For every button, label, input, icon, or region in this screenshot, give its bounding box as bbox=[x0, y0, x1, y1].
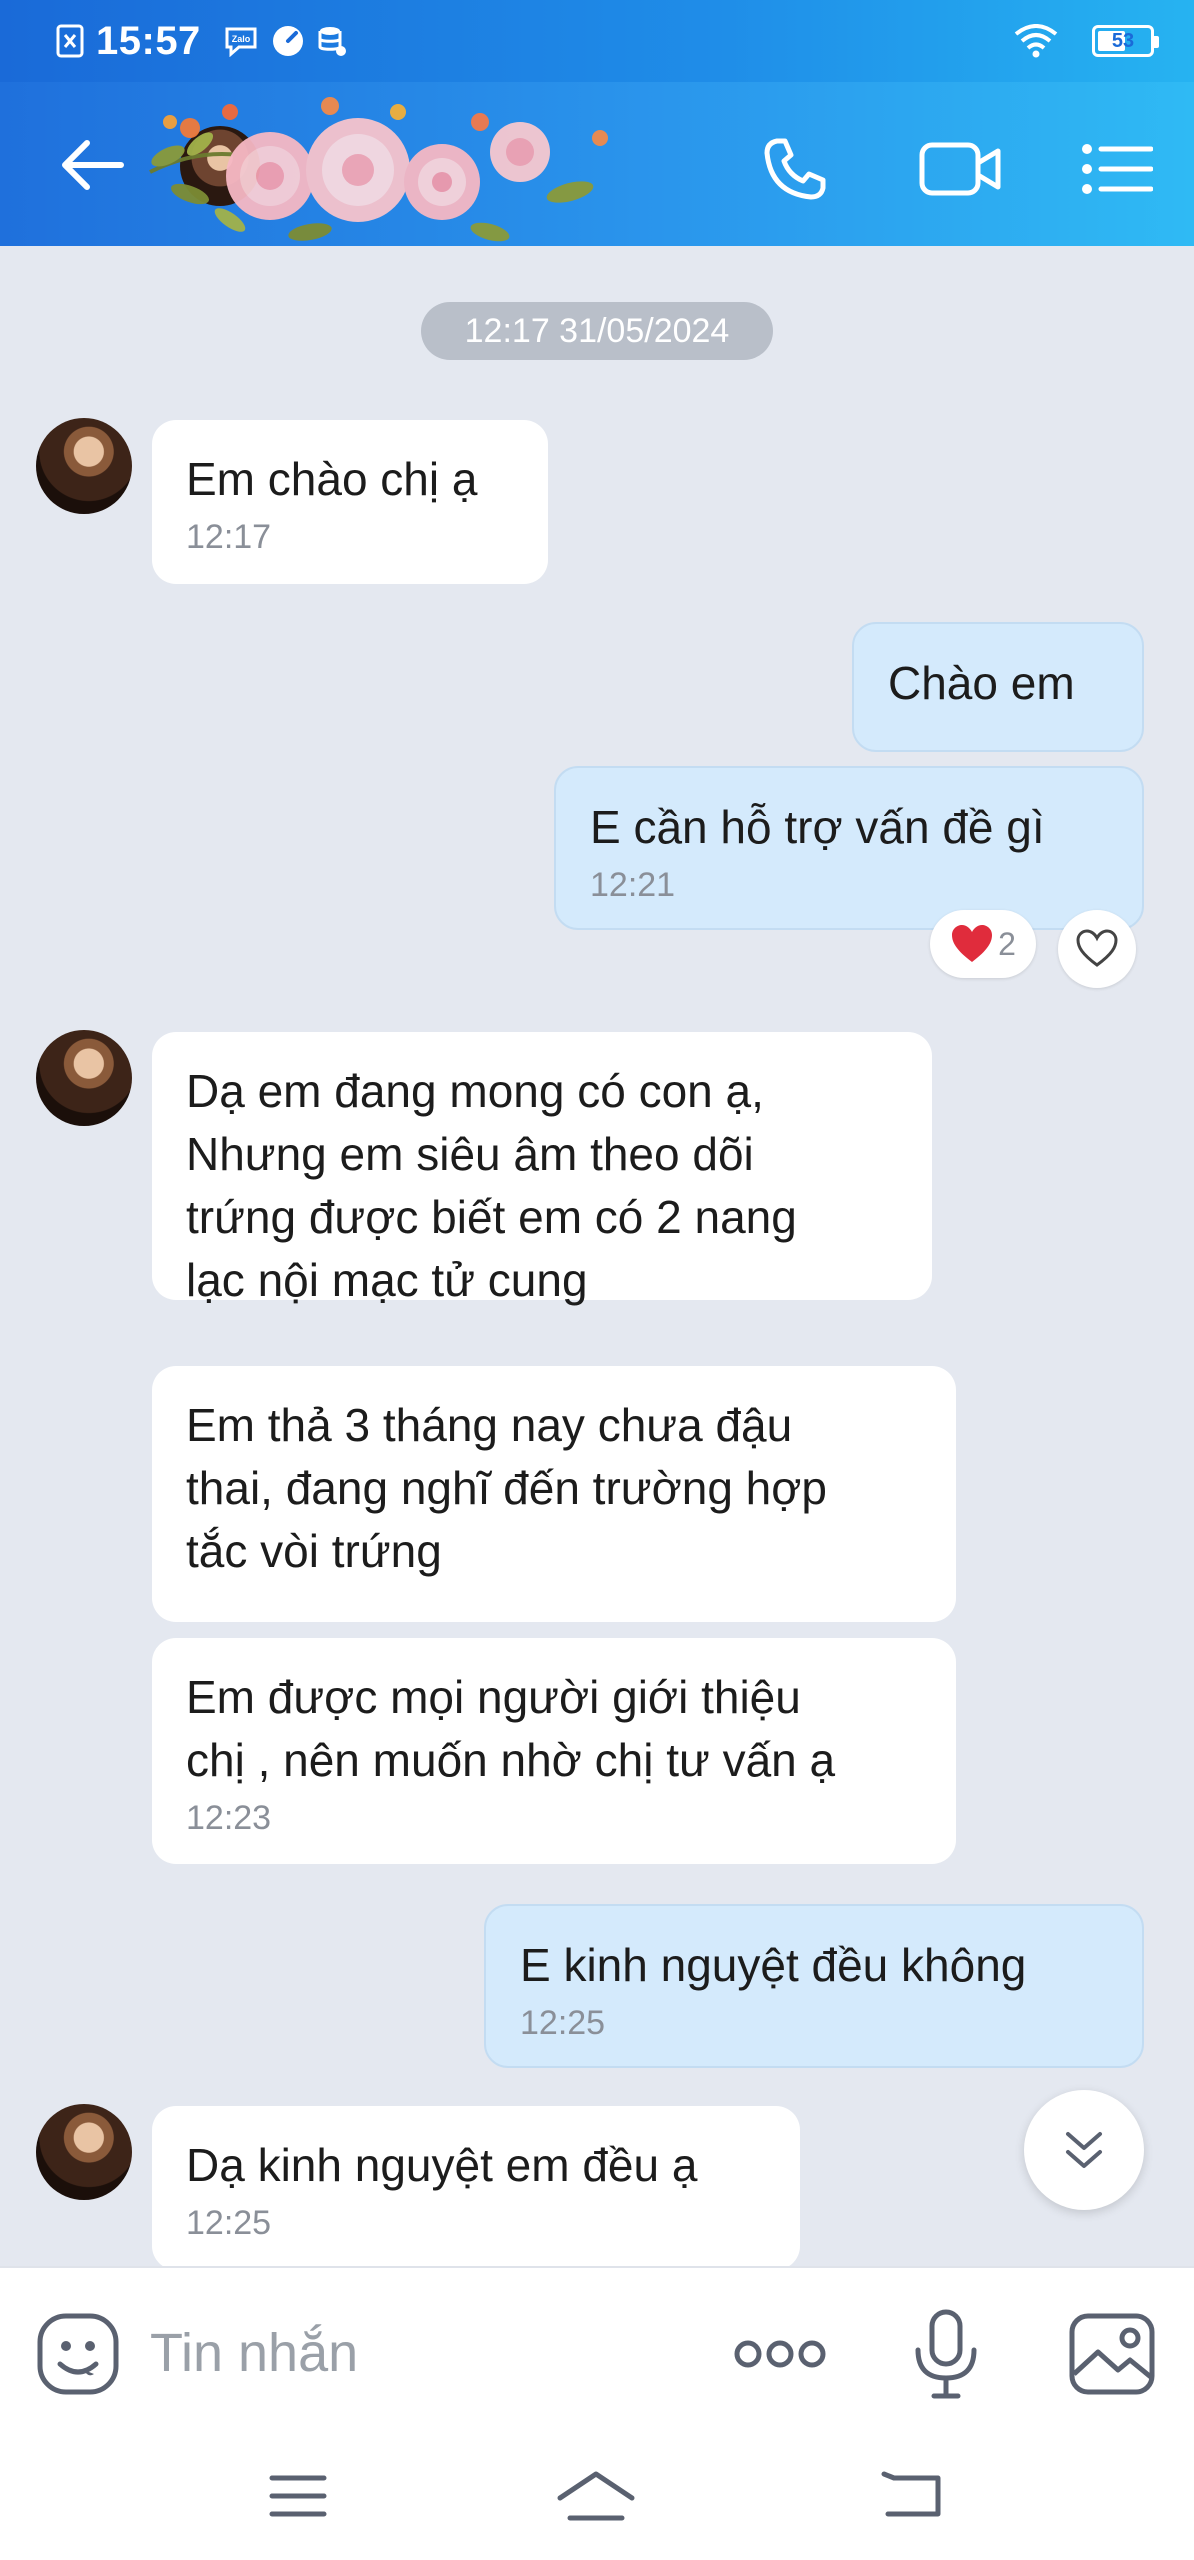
message-bubble-incoming[interactable]: Dạ kinh nguyệt em đều ạ 12:25 bbox=[152, 2106, 800, 2266]
message-bubble-outgoing[interactable]: E cần hỗ trợ vấn đề gì 12:21 bbox=[554, 766, 1144, 930]
message-time: 12:25 bbox=[186, 2204, 272, 2242]
recent-apps-button[interactable] bbox=[258, 2460, 338, 2532]
home-icon bbox=[557, 2471, 635, 2521]
message-time: 12:23 bbox=[186, 1799, 272, 1837]
emoji-icon bbox=[37, 2313, 119, 2395]
svg-text:Zalo: Zalo bbox=[232, 34, 251, 44]
message-bubble-outgoing[interactable]: E kinh nguyệt đều không 12:25 bbox=[484, 1904, 1144, 2068]
sim-x-icon bbox=[56, 24, 84, 58]
message-text: Em chào chị ạ bbox=[186, 453, 478, 505]
wifi-icon bbox=[1014, 24, 1058, 58]
message-bubble-incoming[interactable]: Dạ em đang mong có con ạ, Nhưng em siêu … bbox=[152, 1032, 932, 1306]
message-text: E cần hỗ trợ vấn đề gì bbox=[590, 801, 1045, 853]
sender-avatar[interactable] bbox=[36, 418, 132, 514]
message-composer bbox=[0, 2266, 1194, 2432]
more-dots-icon bbox=[734, 2340, 826, 2368]
message-text-line: thai, đang nghĩ đến trường hợp bbox=[186, 1462, 828, 1514]
message-text-line: tắc vòi trứng bbox=[186, 1525, 442, 1577]
more-options-button[interactable] bbox=[730, 2324, 830, 2384]
status-time: 15:57 bbox=[96, 18, 201, 63]
scroll-to-bottom-button[interactable] bbox=[1024, 2090, 1144, 2210]
battery-icon: 53 bbox=[1092, 25, 1159, 57]
list-menu-icon bbox=[1082, 144, 1153, 194]
message-text-line: chị , nên muốn nhờ chị tư vấn ạ bbox=[186, 1734, 836, 1786]
message-input[interactable] bbox=[150, 2308, 710, 2398]
chat-header bbox=[0, 82, 1194, 246]
message-text-line: Em thả 3 tháng nay chưa đậu bbox=[186, 1399, 793, 1451]
message-text: Dạ kinh nguyệt em đều ạ bbox=[186, 2139, 698, 2191]
send-image-button[interactable] bbox=[1068, 2312, 1156, 2396]
video-call-button[interactable] bbox=[908, 124, 1012, 214]
message-text-line: Dạ em đang mong có con ạ, bbox=[186, 1065, 764, 1117]
chat-area[interactable]: 12:17 31/05/2024 Em chào chị ạ 12:17 Chà… bbox=[0, 246, 1194, 2266]
microphone-icon bbox=[915, 2309, 977, 2399]
reaction-summary[interactable]: 2 bbox=[930, 910, 1036, 978]
message-bubble-incoming[interactable]: Em thả 3 tháng nay chưa đậu thai, đang n… bbox=[152, 1366, 956, 1622]
reaction-count: 2 bbox=[998, 925, 1016, 962]
message-time: 12:17 bbox=[186, 518, 272, 556]
speed-icon bbox=[271, 24, 305, 58]
sender-avatar[interactable] bbox=[36, 2104, 132, 2200]
double-chevron-down-icon bbox=[1066, 2132, 1102, 2168]
message-text-line: Nhưng em siêu âm theo dõi bbox=[186, 1128, 754, 1180]
database-icon bbox=[317, 25, 347, 57]
back-icon bbox=[881, 2471, 941, 2517]
back-arrow-icon bbox=[62, 140, 124, 190]
chat-menu-button[interactable] bbox=[1072, 124, 1162, 214]
message-time: 12:25 bbox=[520, 2004, 606, 2042]
heart-outline-icon bbox=[1076, 929, 1118, 967]
recent-apps-icon bbox=[269, 2475, 327, 2517]
phone-icon bbox=[764, 138, 826, 200]
zalo-icon: Zalo bbox=[223, 25, 259, 57]
status-bar: 15:57 Zalo 53 bbox=[0, 0, 1194, 82]
react-button[interactable] bbox=[1058, 910, 1136, 988]
flower-decoration-icon bbox=[149, 97, 608, 242]
message-text-line: trứng được biết em có 2 nang bbox=[186, 1191, 797, 1243]
message-text-line: lạc nội mạc tử cung bbox=[186, 1254, 588, 1306]
video-camera-icon bbox=[919, 142, 1001, 196]
image-icon bbox=[1069, 2313, 1155, 2395]
battery-level: 53 bbox=[1111, 29, 1135, 52]
message-text: E kinh nguyệt đều không bbox=[520, 1939, 1027, 1991]
back-nav-button[interactable] bbox=[872, 2460, 952, 2532]
message-time: 12:21 bbox=[590, 866, 676, 904]
message-text: Chào em bbox=[888, 657, 1075, 709]
date-separator: 12:17 31/05/2024 bbox=[421, 302, 773, 360]
message-bubble-outgoing[interactable]: Chào em bbox=[852, 622, 1144, 752]
system-nav-bar bbox=[0, 2432, 1194, 2560]
message-text-line: Em được mọi người giới thiệu bbox=[186, 1671, 801, 1723]
emoji-button[interactable] bbox=[36, 2312, 120, 2396]
voice-call-button[interactable] bbox=[750, 124, 840, 214]
sender-avatar[interactable] bbox=[36, 1030, 132, 1126]
back-button[interactable] bbox=[44, 122, 140, 208]
message-bubble-incoming[interactable]: Em được mọi người giới thiệu chị , nên m… bbox=[152, 1638, 956, 1864]
message-bubble-incoming[interactable]: Em chào chị ạ 12:17 bbox=[152, 420, 548, 584]
heart-icon bbox=[952, 925, 993, 962]
voice-message-button[interactable] bbox=[906, 2306, 986, 2402]
home-button[interactable] bbox=[556, 2460, 636, 2532]
